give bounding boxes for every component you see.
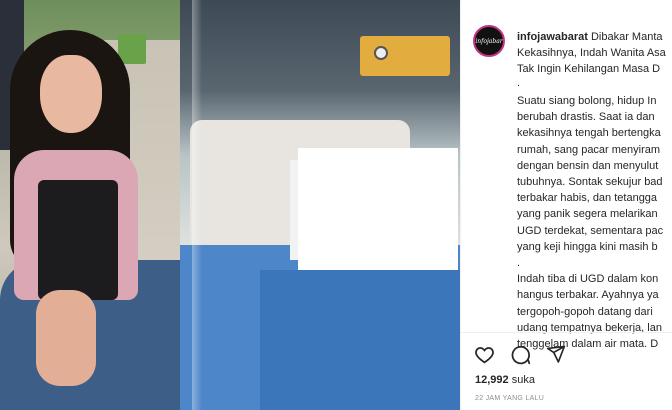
photo-face: [40, 55, 102, 133]
post-panel: infojabar infojawabarat Dibakar Manta Ke…: [460, 0, 672, 410]
caption-head-text-0: Dibakar Manta: [590, 31, 663, 43]
comment-icon[interactable]: [509, 343, 531, 365]
likes-number: 12,992: [475, 374, 509, 386]
avatar-logo: infojabar: [475, 37, 503, 45]
caption-line: yang keji hingga kini masih b: [517, 240, 658, 253]
caption-line: .: [517, 77, 521, 89]
action-bar: [473, 343, 567, 365]
photo-knob: [374, 46, 388, 60]
caption-line: kekasihnya tengah bertengka: [517, 127, 661, 140]
photo-blanket-fold: [260, 270, 460, 410]
censor-block: [298, 148, 458, 270]
caption-head-line-0: infojawabarat Dibakar Manta: [517, 29, 672, 45]
share-icon[interactable]: [545, 343, 567, 365]
photo-arm: [36, 290, 96, 386]
photo-machine: [360, 36, 450, 76]
heart-icon[interactable]: [473, 343, 495, 365]
caption-line: tergopoh-gopoh datang dari: [517, 305, 653, 318]
caption-line: Suatu siang bolong, hidup In: [517, 95, 657, 107]
caption-line: berubah drastis. Saat ia dan: [517, 111, 655, 124]
photo-person: [0, 0, 200, 410]
caption-line: Indah tiba di UGD dalam kon: [517, 273, 659, 286]
section-divider: [461, 332, 672, 333]
caption-line: hangus terbakar. Ayahnya ya: [517, 289, 659, 302]
caption-line: .: [517, 257, 521, 270]
caption-line: rumah, sang pacar menyiram: [517, 143, 661, 156]
caption-header: infojawabarat Dibakar Manta Kekasihnya, …: [517, 29, 672, 77]
photo-vest: [38, 180, 118, 300]
caption-line: dengan bensin dan menyulut: [517, 159, 659, 172]
likes-label: suka: [511, 374, 535, 386]
avatar[interactable]: infojabar: [473, 25, 505, 57]
caption-line: tubuhnya. Sontak sekujur bad: [517, 176, 663, 189]
username-link[interactable]: infojawabarat: [517, 31, 588, 43]
caption-line: terbakar habis, dan tetangga: [517, 192, 658, 205]
caption-body: . Suatu siang bolong, hidup In berubah d…: [517, 77, 672, 352]
caption-line: yang panik segera melarikan: [517, 208, 658, 221]
likes-count[interactable]: 12,992 suka: [475, 374, 535, 386]
post-image[interactable]: [0, 0, 460, 410]
photo-divider: [192, 0, 202, 410]
caption-head-line-1: Kekasihnya, Indah Wanita Asa: [517, 47, 666, 59]
caption-line: udang tempatnya bekerja, lan: [517, 321, 662, 334]
caption-head-line-2: Tak Ingin Kehilangan Masa D: [517, 63, 661, 75]
post-timestamp[interactable]: 22 JAM YANG LALU: [475, 395, 544, 402]
caption-line: UGD terdekat, sementara pac: [517, 224, 664, 237]
